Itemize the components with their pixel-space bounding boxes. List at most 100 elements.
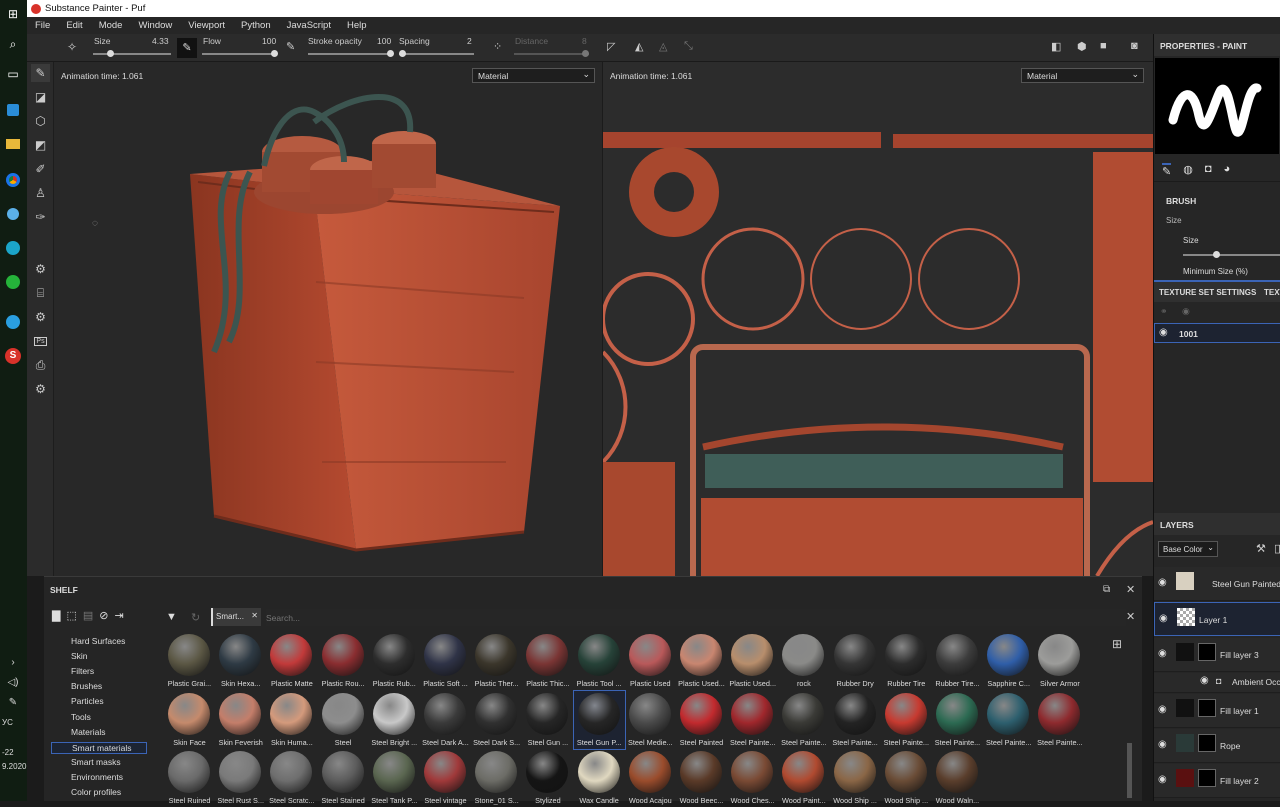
material-tile[interactable]: Rubber Dry: [830, 632, 881, 690]
pen-pressure-icon[interactable]: ✎: [286, 40, 295, 53]
material-tile[interactable]: Wood Ches...: [727, 749, 778, 807]
menu-viewport[interactable]: Viewport: [188, 20, 225, 31]
stencil-tab-icon[interactable]: ◘: [1205, 163, 1212, 176]
material-tile[interactable]: Steel Stained: [318, 749, 369, 807]
material-tile[interactable]: Wood Waln...: [932, 749, 983, 807]
material-tile[interactable]: Steel Painted: [676, 691, 727, 749]
material-tile[interactable]: Skin Feverish: [215, 691, 266, 749]
material-tab-icon[interactable]: ◍: [1183, 163, 1193, 176]
flow-slider[interactable]: [202, 50, 278, 57]
material-tile[interactable]: Plastic Soft ...: [420, 632, 471, 690]
material-tile[interactable]: Skin Huma...: [266, 691, 317, 749]
spacing-slider[interactable]: [399, 50, 474, 57]
export-textures-icon[interactable]: ⎙: [31, 356, 50, 374]
material-tile[interactable]: Plastic Rou...: [318, 632, 369, 690]
material-tile[interactable]: Plastic Ther...: [471, 632, 522, 690]
substance-painter-icon[interactable]: S: [2, 346, 24, 366]
close-icon[interactable]: ✕: [1126, 583, 1135, 596]
material-tile[interactable]: Stone_01 S...: [471, 749, 522, 807]
split-view-icon[interactable]: ◧: [1051, 40, 1061, 53]
menu-window[interactable]: Window: [138, 20, 172, 31]
texture-set-item[interactable]: ◉ 1001: [1154, 323, 1280, 343]
menu-python[interactable]: Python: [241, 20, 271, 31]
category-brushes[interactable]: Brushes: [71, 681, 102, 691]
eye-icon[interactable]: ◉: [1158, 774, 1167, 785]
layer-row[interactable]: ◉ Fill layer 3: [1154, 638, 1280, 672]
material-tile[interactable]: Steel Ruined: [164, 749, 215, 807]
material-tile[interactable]: Steel Scratc...: [266, 749, 317, 807]
menu-file[interactable]: File: [35, 20, 50, 31]
brush-alpha-icon[interactable]: ✎: [177, 38, 197, 58]
layer-row[interactable]: ◉ Fill layer 2: [1154, 764, 1280, 798]
material-tile[interactable]: Plastic Thic...: [522, 632, 573, 690]
photoshop-export-icon[interactable]: Ps: [31, 332, 50, 350]
category-filters[interactable]: Filters: [71, 666, 94, 676]
brush-size-slider[interactable]: [1183, 251, 1280, 258]
material-tile[interactable]: rock: [778, 632, 829, 690]
flow-value[interactable]: 100: [262, 36, 276, 46]
material-tile[interactable]: Plastic Grai...: [164, 632, 215, 690]
plugin-gear-icon[interactable]: ⚙: [31, 380, 50, 398]
material-tile[interactable]: Wood Acajou: [625, 749, 676, 807]
layer-channel-select[interactable]: Base Color ⌄: [1158, 541, 1218, 557]
size-slider[interactable]: [93, 50, 171, 57]
material-tile[interactable]: Steel Painte...: [778, 691, 829, 749]
material-tile[interactable]: Steel Gun P...: [572, 689, 626, 750]
transform-icon[interactable]: ⤡: [684, 40, 693, 53]
screenshot-icon[interactable]: ◙: [1131, 40, 1138, 52]
visibility-icon[interactable]: ◉: [1182, 306, 1190, 317]
eye-icon[interactable]: ◉: [1200, 675, 1209, 686]
material-tile[interactable]: Plastic Used...: [727, 632, 778, 690]
material-tile[interactable]: Steel Dark A...: [420, 691, 471, 749]
menu-help[interactable]: Help: [347, 20, 367, 31]
settings-gear-icon[interactable]: ⚙: [31, 260, 50, 278]
shelf-search-input[interactable]: [266, 609, 1126, 626]
tab-texture-set-list[interactable]: TEXT: [1264, 288, 1280, 297]
category-hard-surfaces[interactable]: Hard Surfaces: [71, 636, 125, 646]
layer-row[interactable]: ◉ Layer 1: [1154, 602, 1280, 636]
eye-icon[interactable]: ◉: [1158, 704, 1167, 715]
material-tile[interactable]: Steel Medie...: [625, 691, 676, 749]
material-tile[interactable]: Sapphire C...: [983, 632, 1034, 690]
material-tile[interactable]: Steel Painte...: [881, 691, 932, 749]
viewport-3d[interactable]: Animation time: 1.061 Material ⌄ ◌: [54, 62, 602, 576]
eye-icon[interactable]: ◉: [1159, 613, 1168, 624]
category-environments[interactable]: Environments: [71, 772, 123, 782]
settings-link-icon[interactable]: ⚭: [1160, 306, 1168, 317]
chrome-icon[interactable]: [2, 170, 24, 190]
mirror-x-icon[interactable]: ◭: [635, 40, 643, 53]
material-tile[interactable]: Wood Paint...: [778, 749, 829, 807]
material-tile[interactable]: Rubber Tire: [881, 632, 932, 690]
brush-tab-icon[interactable]: ✎: [1162, 163, 1172, 178]
material-tile[interactable]: Skin Face: [164, 691, 215, 749]
material-tile[interactable]: Steel Painte...: [727, 691, 778, 749]
edge-icon[interactable]: [2, 238, 24, 258]
import-icon[interactable]: ⇥: [115, 609, 124, 627]
refresh-icon[interactable]: ↻: [191, 611, 200, 624]
tab-texture-set-settings[interactable]: TEXTURE SET SETTINGS: [1159, 288, 1256, 297]
material-tile[interactable]: Steel Bright ...: [369, 691, 420, 749]
menu-javascript[interactable]: JavaScript: [287, 20, 331, 31]
shelf-scrollbar[interactable]: [1127, 743, 1132, 798]
shader-gear-icon[interactable]: ⚙: [31, 308, 50, 326]
material-tile[interactable]: Steel vintage: [420, 749, 471, 807]
add-mask-icon[interactable]: ◨: [1274, 542, 1280, 555]
volume-icon[interactable]: ◁): [2, 672, 24, 692]
color-picker-icon[interactable]: ✑: [31, 208, 50, 226]
category-smart-masks[interactable]: Smart masks: [71, 757, 121, 767]
material-tile[interactable]: Steel Painte...: [983, 691, 1034, 749]
maximize-icon[interactable]: ⧉: [1103, 584, 1110, 595]
material-tile[interactable]: Steel Painte...: [932, 691, 983, 749]
clear-search-icon[interactable]: ✕: [1126, 610, 1135, 623]
hide-icon[interactable]: ⊘: [99, 609, 108, 627]
grid-view-icon[interactable]: ⊞: [1112, 637, 1122, 651]
category-skin[interactable]: Skin: [71, 651, 88, 661]
lazy-mouse-icon[interactable]: ⁘: [493, 40, 502, 53]
category-color-profiles[interactable]: Color profiles: [71, 787, 121, 797]
chevron-up-icon[interactable]: ›: [2, 652, 24, 672]
eye-icon[interactable]: ◉: [1159, 327, 1168, 338]
mirror-y-icon[interactable]: ◬: [659, 40, 667, 53]
layer-row[interactable]: ◉ Steel Gun Painted: [1154, 567, 1280, 601]
new-folder-icon[interactable]: ⬚: [66, 609, 76, 627]
bake-icon[interactable]: ⌸: [31, 284, 50, 302]
